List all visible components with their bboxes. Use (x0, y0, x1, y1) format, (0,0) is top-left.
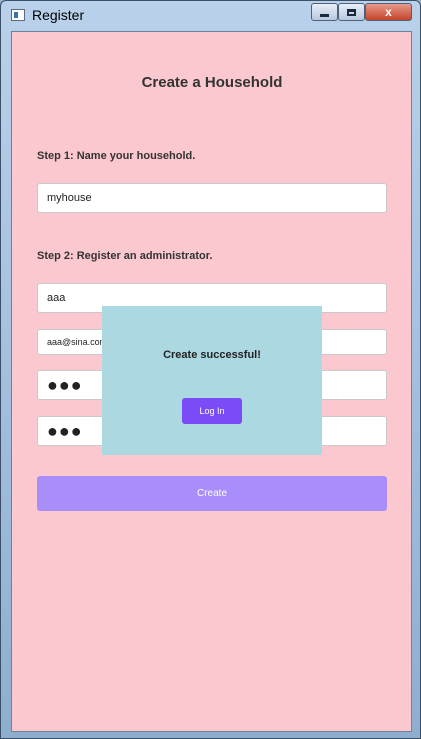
login-button[interactable]: Log In (182, 398, 242, 424)
window-title: Register (32, 7, 85, 23)
maximize-icon (347, 8, 356, 16)
maximize-button[interactable] (338, 3, 365, 21)
step-2-label: Step 2: Register an administrator. (37, 250, 213, 262)
step-1-label: Step 1: Name your household. (37, 150, 196, 162)
title-bar[interactable]: Register x (1, 1, 420, 29)
app-icon (11, 9, 25, 21)
close-icon: x (385, 5, 392, 19)
household-name-input[interactable]: myhouse (37, 183, 387, 213)
register-form: Create a Household Step 1: Name your hou… (11, 31, 412, 732)
close-button[interactable]: x (365, 3, 412, 21)
success-message: Create successful! (163, 349, 261, 361)
minimize-icon (320, 14, 329, 17)
password-mask: ●●● (47, 374, 83, 395)
minimize-button[interactable] (311, 3, 338, 21)
page-title: Create a Household (141, 74, 283, 91)
confirm-password-mask: ●●● (47, 420, 83, 441)
success-dialog: Create successful! Log In (102, 306, 322, 455)
register-window: Register x Create a Household Step 1: Na… (0, 0, 421, 739)
create-button[interactable]: Create (37, 476, 387, 511)
